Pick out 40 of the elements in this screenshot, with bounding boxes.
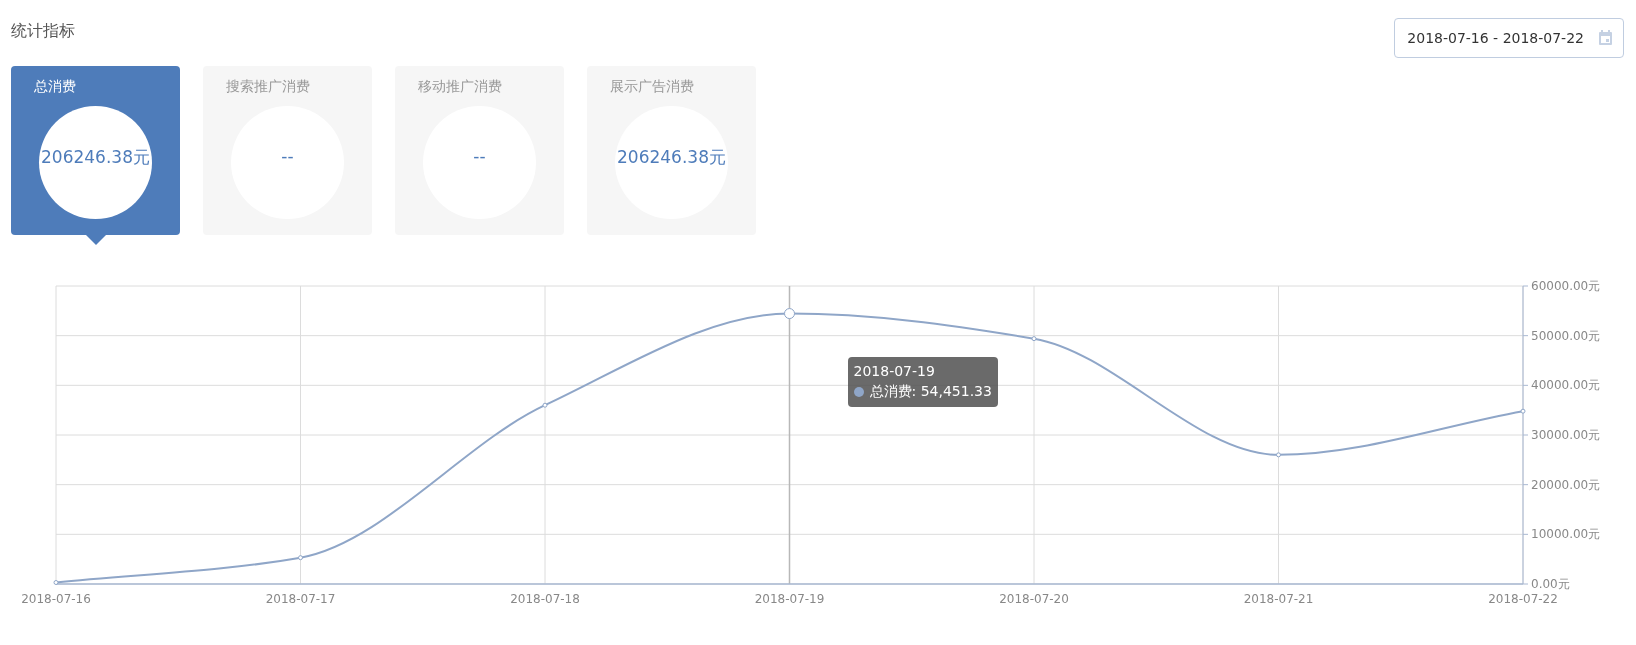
metric-card[interactable]: 移动推广消费 -- bbox=[395, 66, 564, 235]
x-tick-label: 2018-07-16 bbox=[21, 592, 91, 606]
data-point bbox=[1520, 408, 1526, 414]
y-tick-label: 10000.00元 bbox=[1531, 527, 1601, 542]
data-point bbox=[542, 402, 548, 408]
calendar-icon bbox=[1598, 30, 1613, 46]
tooltip-value: 总消费: 54,451.33 bbox=[869, 382, 992, 401]
data-point bbox=[1276, 452, 1281, 458]
data-point bbox=[1031, 336, 1037, 342]
x-tick-label: 2018-07-20 bbox=[999, 592, 1069, 606]
y-tick-label: 0.00元 bbox=[1531, 577, 1570, 591]
card-value: 206246.38元 bbox=[40, 146, 151, 169]
x-tick-label: 2018-07-21 bbox=[1243, 592, 1314, 606]
data-point bbox=[53, 580, 59, 585]
card-value: -- bbox=[280, 146, 295, 166]
data-point bbox=[298, 555, 303, 561]
x-tick-label: 2018-07-17 bbox=[265, 592, 336, 606]
card-label: 移动推广消费 bbox=[418, 78, 502, 96]
card-label: 展示广告消费 bbox=[610, 78, 694, 96]
x-tick-label: 2018-07-19 bbox=[754, 592, 825, 606]
y-tick-label: 20000.00元 bbox=[1531, 477, 1601, 492]
date-range-field[interactable]: 2018-07-16 - 2018-07-22 bbox=[1394, 18, 1624, 58]
metric-card[interactable]: 展示广告消费 206246.38元 bbox=[587, 66, 756, 235]
card-label: 总消费 bbox=[34, 78, 76, 96]
data-point bbox=[784, 308, 795, 320]
y-tick-label: 30000.00元 bbox=[1531, 428, 1601, 442]
x-tick-label: 2018-07-18 bbox=[510, 592, 580, 606]
series-dot bbox=[853, 386, 864, 397]
card-value: 206246.38元 bbox=[616, 146, 727, 169]
x-tick-label: 2018-07-22 bbox=[1488, 592, 1558, 606]
y-tick-label: 50000.00元 bbox=[1531, 328, 1601, 343]
y-tick-label: 60000.00元 bbox=[1531, 279, 1601, 293]
card-label: 搜索推广消费 bbox=[226, 78, 310, 96]
metric-card[interactable]: 总消费 206246.38元 bbox=[11, 66, 180, 235]
section-title: 统计指标 bbox=[11, 21, 75, 42]
card-value: -- bbox=[472, 146, 487, 166]
tooltip-date: 2018-07-19 bbox=[853, 362, 936, 379]
y-tick-label: 40000.00元 bbox=[1531, 378, 1601, 393]
metric-card[interactable]: 搜索推广消费 -- bbox=[203, 66, 372, 235]
pointer-arrow bbox=[85, 235, 106, 245]
